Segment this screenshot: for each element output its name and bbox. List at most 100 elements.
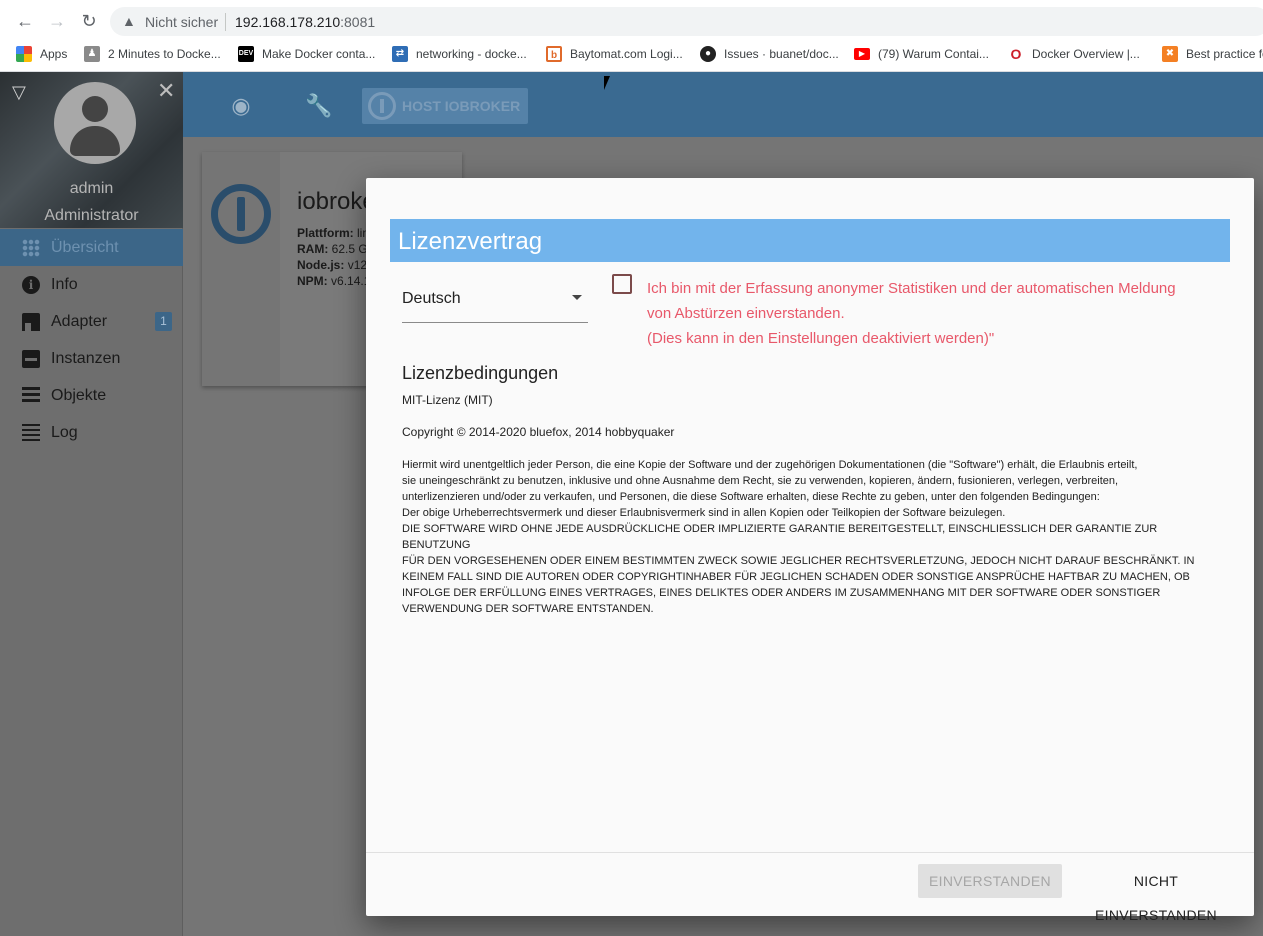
sidebar-item-adapter[interactable]: Adapter 1 [0,303,183,340]
license-line: DIE SOFTWARE WIRD OHNE JEDE AUSDRÜCKLICH… [402,523,1158,551]
url-text[interactable]: 192.168.178.210:8081 [235,14,375,30]
bookmark-2-minutes-docker[interactable]: ♟ 2 Minutes to Docke... [84,44,221,64]
info-icon: i [22,275,40,294]
wrench-icon[interactable]: 🔧 [305,92,333,120]
mouse-cursor-icon [604,76,610,90]
bookmark-apps[interactable]: Apps [16,44,67,64]
bookmark-label: 2 Minutes to Docke... [108,47,221,61]
bookmark-make-docker[interactable]: DEV Make Docker conta... [238,44,375,64]
license-line: sie uneingeschränkt zu benutzen, inklusi… [402,475,1119,487]
sidebar-item-instanzen[interactable]: Instanzen [0,340,183,377]
sidebar-item-label: Adapter [51,312,108,330]
youtube-icon: ▶ [854,48,870,60]
sidebar-item-label: Log [51,423,78,441]
dev-icon: DEV [238,46,254,62]
bookmarks-bar: Apps ♟ 2 Minutes to Docke... DEV Make Do… [0,40,1263,66]
sidebar-item-info[interactable]: i Info [0,266,183,303]
sidebar-item-label: Objekte [51,386,107,404]
bookmark-label: Make Docker conta... [262,47,376,61]
avatar-head [82,96,108,122]
address-row: ← → ↻ ▲ Nicht sicher 192.168.178.210:808… [0,4,1263,38]
host-button-label: HOST IOBROKER [402,98,521,114]
dialog-title: Lizenzvertrag [390,219,1230,262]
language-select[interactable]: Deutsch [402,279,588,323]
sidebar-item-label: Übersicht [51,238,119,256]
license-line: Der obige Urheberrechtsvermerk und diese… [402,507,1006,519]
security-label[interactable]: Nicht sicher [145,14,218,30]
host-prop-npm: NPM: v6.14.1 [297,274,371,288]
forward-arrow-icon[interactable]: → [46,10,68,32]
license-name: MIT-Lizenz (MIT) [402,393,493,407]
dropdown-arrow-icon [572,295,582,300]
address-bar[interactable]: ▲ Nicht sicher 192.168.178.210:8081 [110,7,1263,36]
terms-heading: Lizenzbedingungen [402,363,559,383]
list-icon [22,386,40,405]
license-line: VERWENDUNG DER SOFTWARE ENTSTANDEN. [402,603,654,615]
bookmark-docker-overview[interactable]: O Docker Overview |... [1008,44,1140,64]
bookmark-label: Best practice fo [1186,47,1263,61]
language-value: Deutsch [402,290,461,307]
host-card-title: iobroke [297,188,376,215]
host-selector-button[interactable]: HOST IOBROKER [362,88,528,124]
bookmark-label: networking - docke... [416,47,527,61]
bookmark-label: (79) Warum Contai... [878,47,989,61]
sidebar-item-uebersicht[interactable]: Übersicht [0,229,183,266]
stackexchange-icon: ✖ [1162,46,1178,62]
adapter-update-badge: 1 [155,312,172,331]
statistics-checkbox[interactable] [612,274,632,294]
bookmark-issues-buanet[interactable]: ● Issues · buanet/doc... [700,44,839,64]
sidebar: ▽ ✕ admin Administrator Übersicht i Info… [0,72,183,936]
store-icon [22,312,40,331]
license-line: unterlizenzieren und/oder zu verkaufen, … [402,491,1100,503]
bookmark-label: Docker Overview |... [1032,47,1140,61]
avatar [54,82,136,164]
network-icon: ⇄ [392,46,408,62]
browser-chrome: ← → ↻ ▲ Nicht sicher 192.168.178.210:808… [0,0,1263,72]
sidebar-menu: Übersicht i Info Adapter 1 Instanzen Obj… [0,229,183,451]
agree-button[interactable]: EINVERSTANDEN [918,864,1062,898]
host-card-logo-area [202,152,280,386]
docker-person-icon: ♟ [84,46,100,62]
instances-icon [22,349,40,368]
top-toolbar: ◉ 🔧 HOST IOBROKER [183,72,1263,137]
url-host: 192.168.178.210 [235,14,341,30]
log-lines-icon [22,423,40,442]
host-prop-nodejs: Node.js: v12. [297,258,371,272]
iobroker-logo-icon [211,184,271,244]
opera-icon: O [1010,46,1022,62]
close-icon[interactable]: ✕ [157,78,175,104]
bookmark-label: Apps [40,47,68,61]
host-prop-ram: RAM: 62.5 GI [297,242,372,256]
warning-triangle-icon[interactable]: ▲ [122,13,136,29]
disagree-button[interactable]: NICHT EINVERSTANDEN [1074,864,1238,923]
bookmark-label: Issues · buanet/doc... [724,47,839,61]
avatar-body [70,126,120,156]
back-arrow-icon[interactable]: ← [14,10,36,32]
bookmark-baytomat[interactable]: b Baytomat.com Logi... [546,44,683,64]
sidebar-header: ▽ ✕ admin Administrator [0,72,183,228]
dialog-footer-divider [366,852,1254,853]
sidebar-item-log[interactable]: Log [0,414,183,451]
statistics-line: Ich bin mit der Erfassung anonymer Stati… [647,280,1176,297]
menu-triangle-icon[interactable]: ▽ [12,82,26,103]
bookmark-best-practice[interactable]: ✖ Best practice fo [1162,44,1263,64]
license-dialog: Lizenzvertrag Deutsch Ich bin mit der Er… [366,178,1254,923]
statistics-consent-text[interactable]: Ich bin mit der Erfassung anonymer Stati… [647,276,1237,351]
baytomat-icon: b [546,46,562,62]
user-role: Administrator [44,207,139,224]
statistics-line: von Abstürzen einverstanden. [647,305,845,322]
license-line: KEINEM FALL SIND DIE AUTOREN ODER COPYRI… [402,571,1190,583]
bookmark-warum-container[interactable]: ▶ (79) Warum Contai... [854,44,989,64]
bookmark-networking-docker[interactable]: ⇄ networking - docke... [392,44,527,64]
omnibox-separator [225,13,226,31]
url-port: :8081 [340,14,376,30]
eye-icon[interactable]: ◉ [227,92,255,120]
sidebar-item-label: Instanzen [51,349,121,367]
grid-icon [22,238,40,257]
sidebar-item-objekte[interactable]: Objekte [0,377,183,414]
license-body: Hiermit wird unentgeltlich jeder Person,… [402,457,1212,617]
sidebar-item-label: Info [51,275,78,293]
host-card-properties: Plattform: lin RAM: 62.5 GI Node.js: v12… [297,225,371,289]
reload-icon[interactable]: ↻ [78,10,100,32]
host-prop-platform: Plattform: lin [297,226,370,240]
